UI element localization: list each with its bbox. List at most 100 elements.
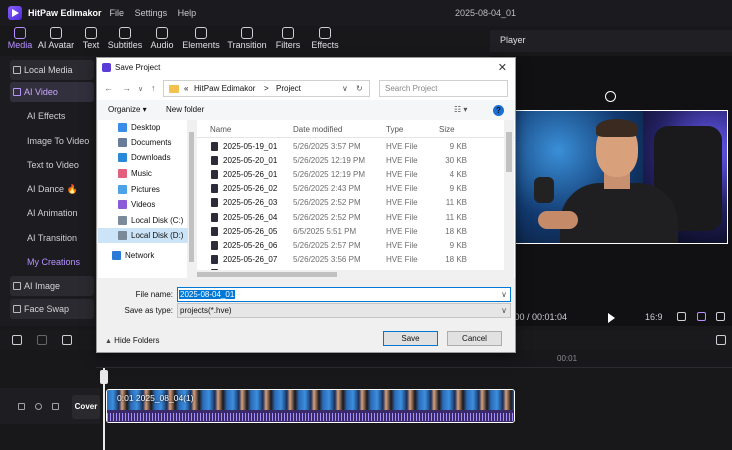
column-size[interactable]: Size bbox=[439, 125, 455, 134]
app-window: HitPaw Edimakor File Settings Help 2025-… bbox=[0, 0, 732, 450]
snapshot-icon[interactable] bbox=[677, 312, 686, 321]
sidebar-item-ai-dance[interactable]: AI Dance 🔥 bbox=[27, 184, 78, 195]
sidebar-item-ai-animation[interactable]: AI Animation bbox=[27, 208, 78, 218]
track-visibility-icon[interactable] bbox=[35, 403, 42, 410]
nav-item[interactable]: Local Disk (D:) bbox=[98, 228, 188, 243]
cancel-button[interactable]: Cancel bbox=[447, 331, 502, 346]
help-icon[interactable]: ? bbox=[493, 105, 504, 116]
app-name: HitPaw Edimakor bbox=[28, 8, 102, 18]
nav-scrollbar[interactable] bbox=[187, 120, 196, 278]
breadcrumb-project[interactable]: Project bbox=[276, 84, 301, 93]
up-arrow-icon[interactable]: ↑ bbox=[151, 83, 156, 93]
tab-subtitles[interactable]: Subtitles bbox=[105, 24, 145, 54]
nav-item[interactable]: Desktop bbox=[98, 120, 188, 135]
breadcrumb-overflow[interactable]: « bbox=[184, 84, 188, 93]
tab-filters[interactable]: Filters bbox=[271, 24, 305, 54]
nav-item[interactable]: Downloads bbox=[98, 150, 188, 165]
track-lock-icon[interactable] bbox=[18, 403, 25, 410]
sidebar-item-text-to-video[interactable]: Text to Video bbox=[27, 160, 79, 170]
save-type-dropdown-icon[interactable]: ∨ bbox=[501, 306, 507, 315]
column-date[interactable]: Date modified bbox=[293, 125, 342, 134]
nav-item[interactable]: Videos bbox=[98, 197, 188, 212]
microphone-icon[interactable] bbox=[716, 335, 726, 345]
horizontal-scrollbar[interactable] bbox=[197, 270, 504, 278]
playhead-handle[interactable] bbox=[100, 370, 108, 384]
recent-chevron-icon[interactable]: ∨ bbox=[138, 85, 143, 93]
fullscreen-icon[interactable] bbox=[716, 312, 725, 321]
video-clip[interactable]: 0:01 2025_08_04(1) bbox=[106, 389, 515, 423]
sidebar-item-local-media[interactable]: Local Media bbox=[10, 60, 94, 80]
organize-button[interactable]: Organize ▾ bbox=[108, 105, 147, 114]
address-bar[interactable]: « HitPaw Edimakor > Project ∨ ↻ bbox=[163, 80, 370, 97]
file-row[interactable]: 2025-05-19_01 5/26/2025 3:57 PM HVE File 9 … bbox=[197, 140, 502, 154]
sidebar-item-image-to-video[interactable]: Image To Video bbox=[27, 136, 89, 146]
save-type-select[interactable]: projects(*.hve) ∨ bbox=[177, 303, 511, 318]
sidebar-item-ai-transition[interactable]: AI Transition bbox=[27, 233, 77, 243]
grid-icon[interactable] bbox=[697, 312, 706, 321]
file-scrollbar[interactable] bbox=[504, 120, 514, 278]
undo-icon[interactable] bbox=[12, 335, 22, 345]
file-row[interactable]: 2025-05-26_07 5/26/2025 3:56 PM HVE File 18… bbox=[197, 253, 502, 267]
file-row[interactable]: 2025-05-26_04 5/26/2025 2:52 PM HVE File 11… bbox=[197, 211, 502, 225]
file-name-dropdown-icon[interactable]: ∨ bbox=[501, 290, 507, 299]
column-type[interactable]: Type bbox=[386, 125, 403, 134]
horizontal-scroll-thumb[interactable] bbox=[197, 272, 337, 277]
menu-file[interactable]: File bbox=[110, 8, 125, 18]
play-button-icon[interactable] bbox=[608, 313, 615, 323]
breadcrumb-edimakor[interactable]: HitPaw Edimakor bbox=[194, 84, 255, 93]
file-name: 2025-05-26_02 bbox=[223, 184, 278, 194]
cover-button[interactable]: Cover bbox=[72, 395, 100, 419]
redo-icon[interactable] bbox=[37, 335, 47, 345]
file-row[interactable]: 2025-05-26_01 5/26/2025 12:19 PM HVE File 4… bbox=[197, 168, 502, 182]
back-arrow-icon[interactable]: ← bbox=[104, 83, 113, 93]
file-row[interactable]: 2025-05-26_03 5/26/2025 2:52 PM HVE File 11… bbox=[197, 196, 502, 210]
search-input[interactable]: Search Project bbox=[379, 80, 508, 97]
file-name: 2025-05-26_06 bbox=[223, 240, 278, 250]
aspect-ratio-select[interactable]: 16:9 bbox=[645, 312, 663, 322]
close-icon[interactable]: ✕ bbox=[498, 61, 507, 74]
hide-folders-toggle[interactable]: ▲ Hide Folders bbox=[105, 336, 160, 345]
menu-settings[interactable]: Settings bbox=[135, 8, 168, 18]
tab-effects[interactable]: Effects bbox=[306, 24, 344, 54]
video-preview[interactable] bbox=[515, 110, 728, 244]
tab-ai-avatar[interactable]: AI Avatar bbox=[35, 24, 77, 54]
tab-media[interactable]: Media bbox=[6, 24, 34, 54]
nav-item[interactable]: Local Disk (C:) bbox=[98, 213, 188, 228]
new-folder-button[interactable]: New folder bbox=[166, 105, 204, 114]
refresh-icon[interactable]: ↻ bbox=[356, 84, 363, 93]
tab-audio[interactable]: Audio bbox=[146, 24, 178, 54]
file-date: 5/26/2025 2:52 PM bbox=[293, 212, 361, 222]
file-type: HVE File bbox=[386, 156, 418, 166]
forward-arrow-icon[interactable]: → bbox=[122, 83, 131, 93]
column-name[interactable]: Name bbox=[210, 125, 231, 134]
file-name-input[interactable]: 2025-08-04_01 ∨ bbox=[177, 287, 511, 302]
file-scroll-thumb[interactable] bbox=[506, 132, 512, 172]
address-dropdown-icon[interactable]: ∨ bbox=[342, 84, 348, 93]
nav-item[interactable]: Documents bbox=[98, 135, 188, 150]
tab-text[interactable]: Text bbox=[78, 24, 104, 54]
nav-scroll-thumb[interactable] bbox=[189, 132, 194, 262]
nav-item[interactable]: Pictures bbox=[98, 182, 188, 197]
dialog-title: Save Project bbox=[115, 63, 161, 72]
sidebar-item-ai-video[interactable]: AI Video bbox=[10, 82, 94, 102]
sidebar-item-face-swap[interactable]: Face Swap bbox=[10, 299, 94, 319]
file-size: 18 KB bbox=[445, 226, 467, 236]
sidebar-item-ai-image[interactable]: AI Image bbox=[10, 276, 94, 296]
view-options-icon[interactable]: ☷ ▾ bbox=[454, 105, 467, 114]
menu-help[interactable]: Help bbox=[178, 8, 197, 18]
file-row[interactable]: 2025-05-26_06 5/26/2025 2:57 PM HVE File 9 … bbox=[197, 239, 502, 253]
sidebar-item-my-creations[interactable]: My Creations bbox=[27, 257, 80, 267]
nav-item[interactable]: Music bbox=[98, 166, 188, 181]
tab-transition[interactable]: Transition bbox=[224, 24, 270, 54]
track-audio-icon[interactable] bbox=[52, 403, 59, 410]
file-row[interactable]: 2025-05-26_05 6/5/2025 5:51 PM HVE File 18 … bbox=[197, 225, 502, 239]
main-toolbar: Media AI Avatar Text Subtitles Audio Ele… bbox=[0, 24, 382, 54]
sidebar-item-ai-effects[interactable]: AI Effects bbox=[27, 111, 65, 121]
rotate-handle-icon[interactable] bbox=[605, 91, 616, 102]
file-row[interactable]: 2025-05-26_02 5/26/2025 2:43 PM HVE File 9 … bbox=[197, 182, 502, 196]
tab-elements[interactable]: Elements bbox=[179, 24, 223, 54]
save-button[interactable]: Save bbox=[383, 331, 438, 346]
nav-item[interactable]: Network bbox=[98, 248, 188, 263]
delete-icon[interactable] bbox=[62, 335, 72, 345]
file-row[interactable]: 2025-05-20_01 5/26/2025 12:19 PM HVE File 3… bbox=[197, 154, 502, 168]
